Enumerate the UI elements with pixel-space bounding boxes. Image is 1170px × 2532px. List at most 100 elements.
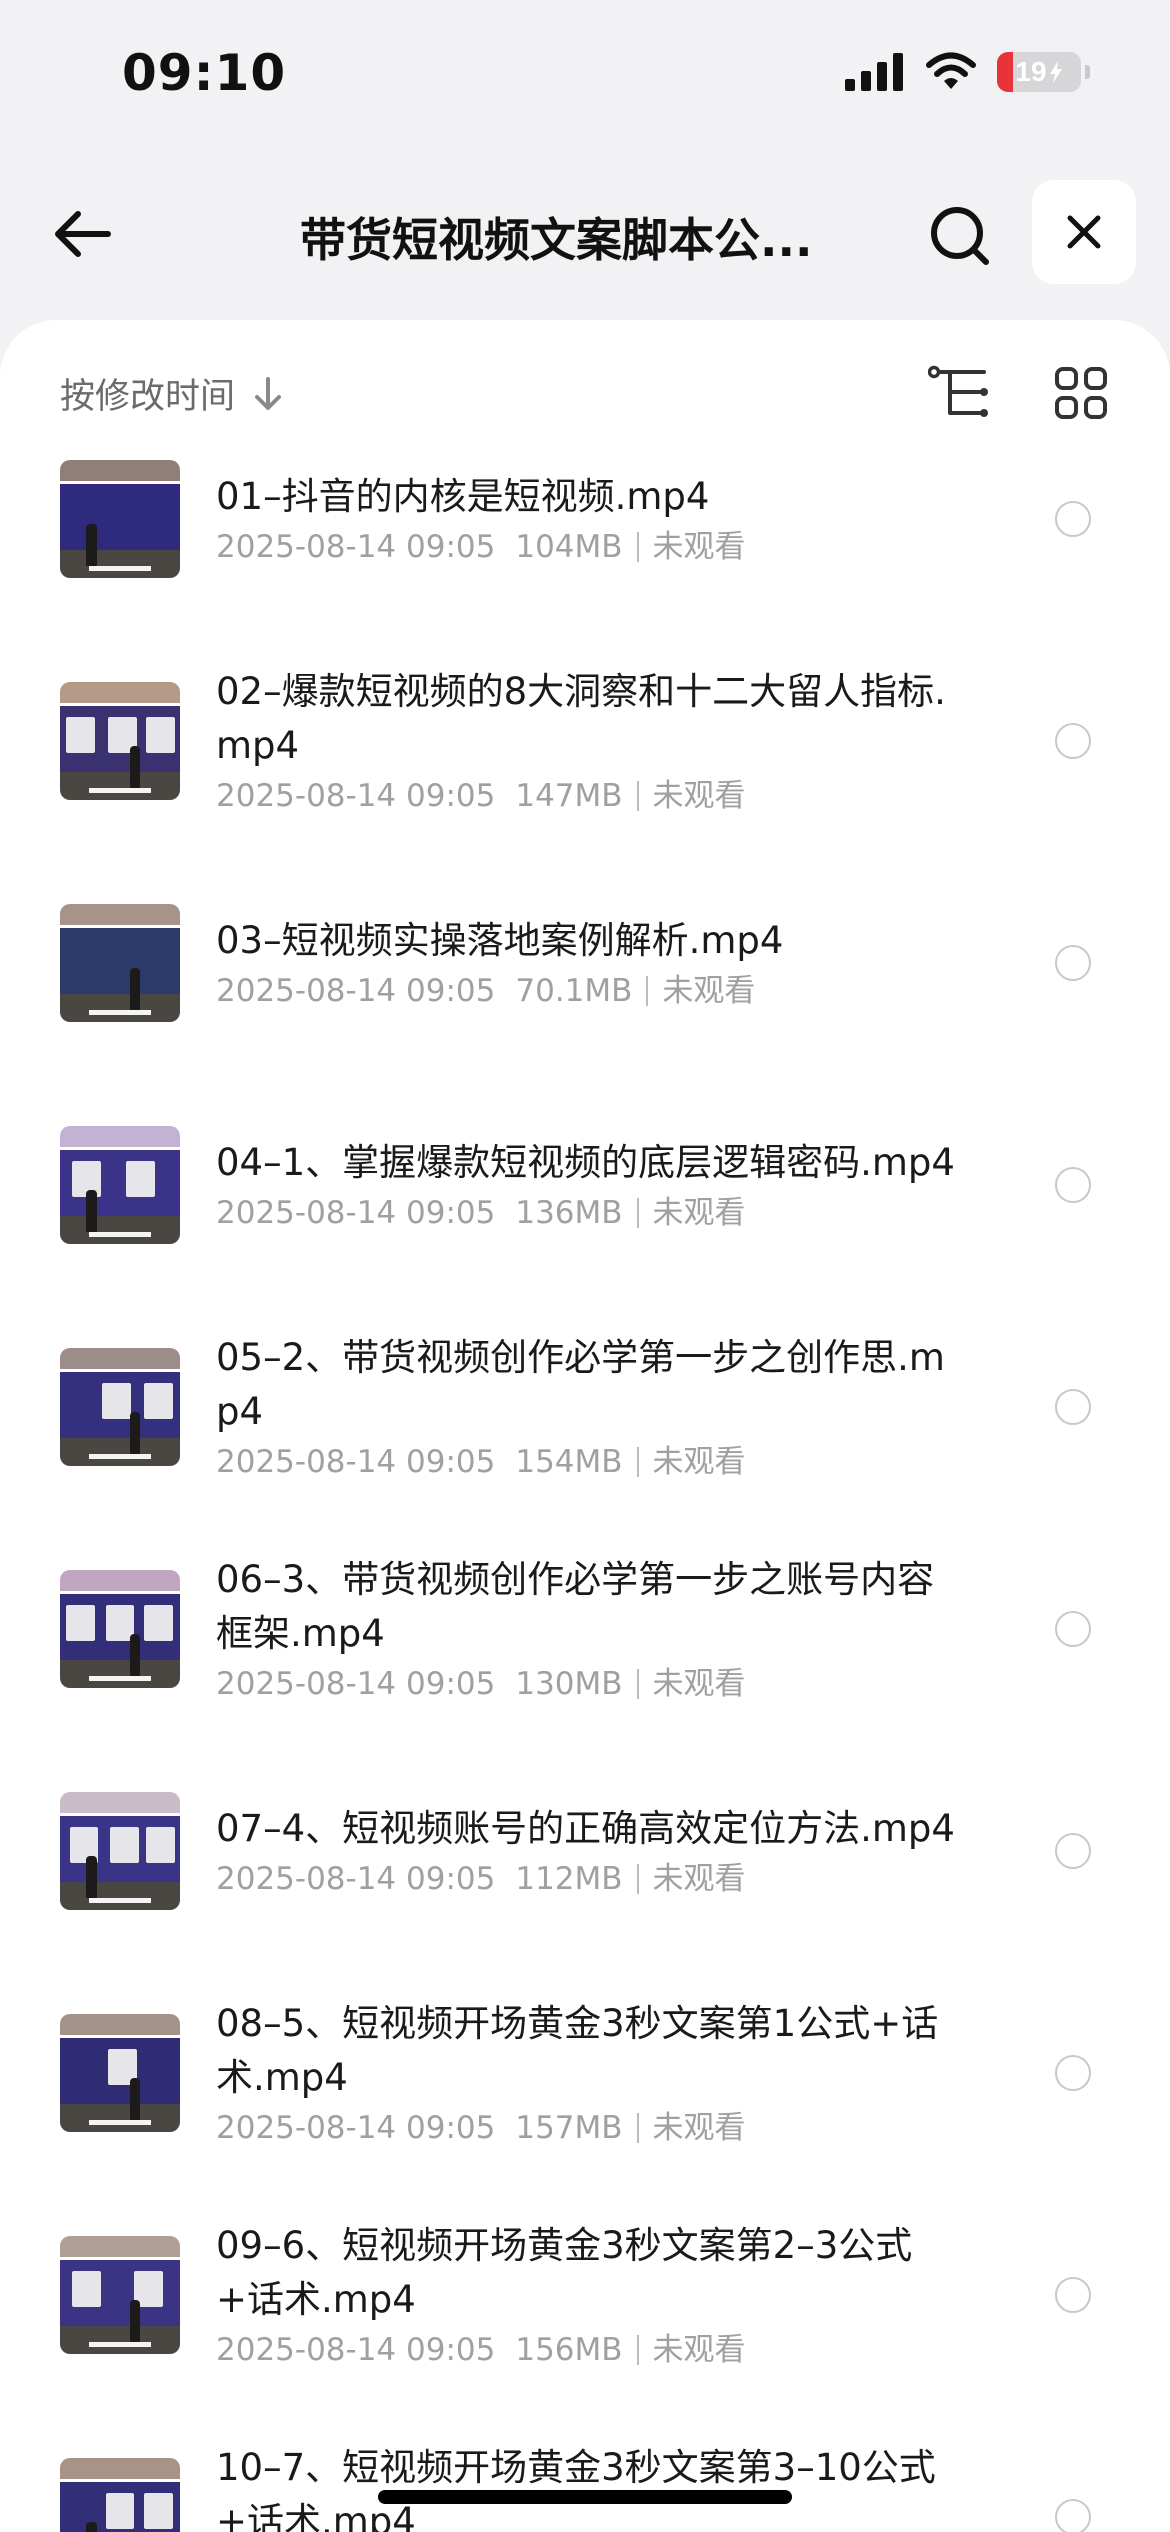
file-size: 157MB <box>515 2110 623 2146</box>
tree-view-button[interactable] <box>926 360 992 426</box>
file-row[interactable]: 04–1、掌握爆款短视频的底层逻辑密码.mp4 2025-08-14 09:05 1… <box>0 1101 1170 1323</box>
select-radio[interactable] <box>1055 1389 1091 1425</box>
signal-icon <box>845 53 903 91</box>
file-list-sheet: 按修改时间 01–抖音的内核是短视频.mp4 2025-08-14 09:05 10… <box>0 320 1170 2532</box>
file-date: 2025-08-14 09:05 <box>216 1444 496 1480</box>
watch-status: 未观看 <box>652 1444 746 1480</box>
file-info: 08–5、短视频开场黄金3秒文案第1公式+话术.mp4 2025-08-14 09… <box>216 1997 956 2149</box>
video-thumbnail[interactable] <box>60 2458 180 2532</box>
file-name: 03–短视频实操落地案例解析.mp4 <box>216 919 784 962</box>
watch-status: 未观看 <box>652 2332 746 2368</box>
search-icon <box>931 207 989 265</box>
status-time: 09:10 <box>122 44 287 102</box>
file-info: 05–2、带货视频创作必学第一步之创作思.mp4 2025-08-14 09:05… <box>216 1331 956 1483</box>
file-meta: 2025-08-14 09:05 70.1MB 未观看 <box>216 970 956 1012</box>
battery-fill <box>997 52 1013 92</box>
file-row[interactable]: 01–抖音的内核是短视频.mp4 2025-08-14 09:05 104MB 未观看 <box>0 435 1170 657</box>
file-info: 01–抖音的内核是短视频.mp4 2025-08-14 09:05 104MB 未观看 <box>216 470 956 568</box>
home-indicator[interactable] <box>378 2490 792 2504</box>
grid-view-button[interactable] <box>1048 360 1114 426</box>
close-icon <box>1067 215 1101 249</box>
watch-status: 未观看 <box>652 529 746 565</box>
divider <box>636 1198 639 1228</box>
file-date: 2025-08-14 09:05 <box>216 529 496 565</box>
wifi-icon <box>926 52 976 89</box>
file-name: 02–爆款短视频的8大洞察和十二大留人指标.mp4 <box>216 670 946 767</box>
file-row[interactable]: 10–7、短视频开场黄金3秒文案第3–10公式+话术.mp42025-08-14… <box>0 2433 1170 2532</box>
file-row[interactable]: 05–2、带货视频创作必学第一步之创作思.mp4 2025-08-14 09:05… <box>0 1323 1170 1545</box>
watch-status: 未观看 <box>652 778 746 814</box>
file-meta: 2025-08-14 09:05 130MB 未观看 <box>216 1663 956 1705</box>
file-name: 10–7、短视频开场黄金3秒文案第3–10公式+话术.mp4 <box>216 2446 936 2532</box>
file-name: 05–2、带货视频创作必学第一步之创作思.mp4 <box>216 1336 945 1433</box>
file-row[interactable]: 09–6、短视频开场黄金3秒文案第2–3公式+话术.mp4 2025-08-14 … <box>0 2211 1170 2433</box>
divider <box>636 781 639 811</box>
video-thumbnail[interactable] <box>60 1126 180 1244</box>
file-info: 10–7、短视频开场黄金3秒文案第3–10公式+话术.mp42025-08-14… <box>216 2441 956 2532</box>
select-radio[interactable] <box>1055 2055 1091 2091</box>
video-thumbnail[interactable] <box>60 1792 180 1910</box>
file-meta: 2025-08-14 09:05 154MB 未观看 <box>216 1441 956 1483</box>
file-size: 70.1MB <box>515 973 633 1009</box>
file-info: 06–3、带货视频创作必学第一步之账号内容框架.mp4 2025-08-14 09… <box>216 1553 956 1705</box>
file-meta: 2025-08-14 09:05 156MB 未观看 <box>216 2329 956 2371</box>
file-date: 2025-08-14 09:05 <box>216 2332 496 2368</box>
video-thumbnail[interactable] <box>60 460 180 578</box>
video-thumbnail[interactable] <box>60 1570 180 1688</box>
file-date: 2025-08-14 09:05 <box>216 973 496 1009</box>
file-row[interactable]: 03–短视频实操落地案例解析.mp4 2025-08-14 09:05 70.1MB… <box>0 879 1170 1101</box>
arrow-down-icon <box>255 376 282 410</box>
file-size: 136MB <box>515 1195 623 1231</box>
select-radio[interactable] <box>1055 2277 1091 2313</box>
file-meta: 2025-08-14 09:05 136MB 未观看 <box>216 1192 956 1234</box>
file-date: 2025-08-14 09:05 <box>216 2110 496 2146</box>
file-name: 09–6、短视频开场黄金3秒文案第2–3公式+话术.mp4 <box>216 2224 913 2321</box>
file-size: 130MB <box>515 1666 623 1702</box>
select-radio[interactable] <box>1055 1833 1091 1869</box>
file-info: 04–1、掌握爆款短视频的底层逻辑密码.mp4 2025-08-14 09:05 1… <box>216 1136 956 1234</box>
file-name: 08–5、短视频开场黄金3秒文案第1公式+话术.mp4 <box>216 2002 939 2099</box>
select-radio[interactable] <box>1055 1611 1091 1647</box>
battery-cap <box>1085 65 1090 79</box>
status-icons: 19 <box>845 52 1090 92</box>
file-info: 02–爆款短视频的8大洞察和十二大留人指标.mp4 2025-08-14 09:0… <box>216 665 956 817</box>
file-name: 06–3、带货视频创作必学第一步之账号内容框架.mp4 <box>216 1558 935 1655</box>
file-meta: 2025-08-14 09:05 104MB 未观看 <box>216 526 956 568</box>
divider <box>636 2335 639 2365</box>
video-thumbnail[interactable] <box>60 904 180 1022</box>
file-row[interactable]: 08–5、短视频开场黄金3秒文案第1公式+话术.mp4 2025-08-14 09… <box>0 1989 1170 2211</box>
select-radio[interactable] <box>1055 945 1091 981</box>
select-radio[interactable] <box>1055 1167 1091 1203</box>
video-thumbnail[interactable] <box>60 682 180 800</box>
file-row[interactable]: 06–3、带货视频创作必学第一步之账号内容框架.mp4 2025-08-14 09… <box>0 1545 1170 1767</box>
search-button[interactable] <box>920 196 1000 276</box>
file-size: 154MB <box>515 1444 623 1480</box>
video-thumbnail[interactable] <box>60 2014 180 2132</box>
close-button[interactable] <box>1032 180 1136 284</box>
file-list: 01–抖音的内核是短视频.mp4 2025-08-14 09:05 104MB 未观看… <box>0 435 1170 2532</box>
sort-button[interactable]: 按修改时间 <box>60 368 283 419</box>
file-meta: 2025-08-14 09:05 112MB 未观看 <box>216 1858 956 1900</box>
watch-status: 未观看 <box>662 973 756 1009</box>
file-meta: 2025-08-14 09:05 157MB 未观看 <box>216 2107 956 2149</box>
sort-label: 按修改时间 <box>60 377 236 417</box>
divider <box>646 976 649 1006</box>
file-info: 07–4、短视频账号的正确高效定位方法.mp4 2025-08-14 09:05 1… <box>216 1802 956 1900</box>
select-radio[interactable] <box>1055 2499 1091 2532</box>
file-meta: 2025-08-14 09:05 147MB 未观看 <box>216 775 956 817</box>
watch-status: 未观看 <box>652 1195 746 1231</box>
divider <box>636 1447 639 1477</box>
divider <box>636 1669 639 1699</box>
page-title: 带货短视频文案脚本公... <box>300 213 813 267</box>
file-size: 112MB <box>515 1861 623 1897</box>
file-row[interactable]: 07–4、短视频账号的正确高效定位方法.mp4 2025-08-14 09:05 1… <box>0 1767 1170 1989</box>
nav-bar: 带货短视频文案脚本公... <box>0 168 1170 298</box>
video-thumbnail[interactable] <box>60 2236 180 2354</box>
video-thumbnail[interactable] <box>60 1348 180 1466</box>
file-row[interactable]: 02–爆款短视频的8大洞察和十二大留人指标.mp4 2025-08-14 09:0… <box>0 657 1170 879</box>
back-button[interactable] <box>44 196 120 272</box>
select-radio[interactable] <box>1055 723 1091 759</box>
file-info: 03–短视频实操落地案例解析.mp4 2025-08-14 09:05 70.1MB… <box>216 914 956 1012</box>
select-radio[interactable] <box>1055 501 1091 537</box>
battery-charging-icon: 19 <box>997 52 1081 92</box>
